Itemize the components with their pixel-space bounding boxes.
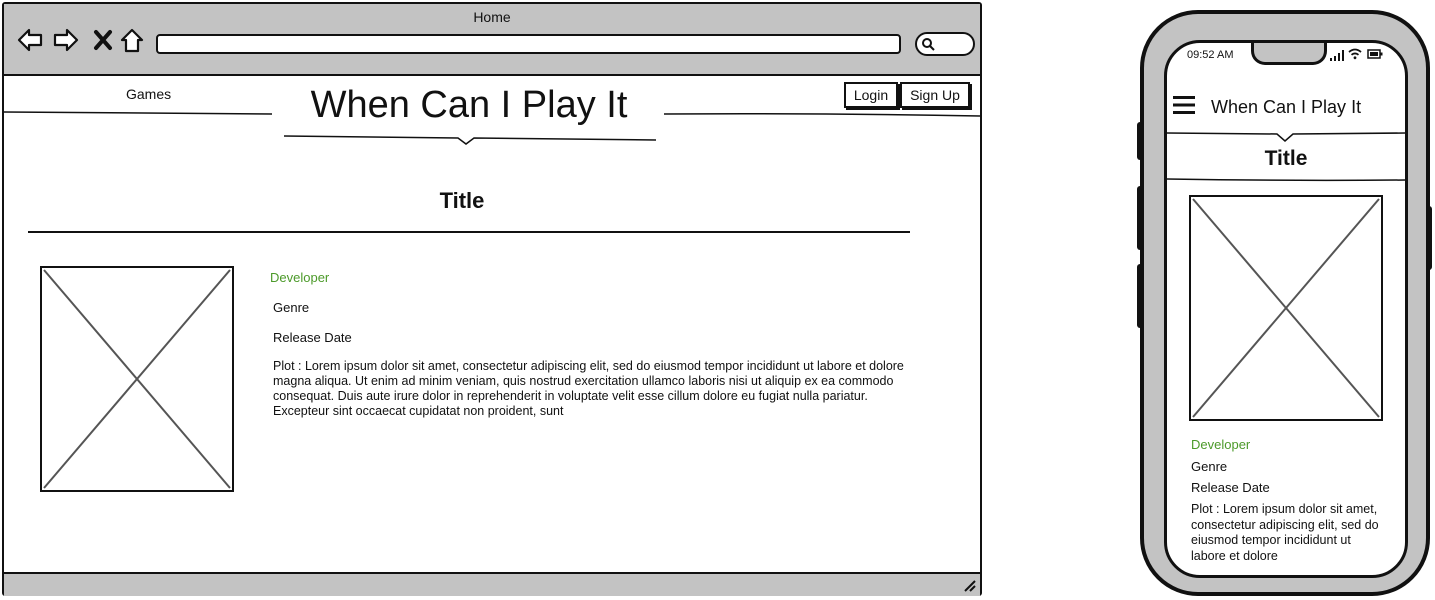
sign-up-button[interactable]: Sign Up [900, 82, 970, 108]
release-date-label: Release Date [273, 330, 352, 345]
battery-icon [1367, 49, 1383, 59]
mobile-plot-text: Plot : Lorem ipsum dolor sit amet, conse… [1191, 502, 1379, 563]
browser-search[interactable] [915, 32, 975, 56]
signal-icon [1330, 50, 1344, 61]
phone-notch [1251, 43, 1327, 65]
page-title: Title [439, 188, 485, 213]
phone-screen: 09:52 AM When Can I Play It Title Develo… [1164, 40, 1408, 578]
placeholder-cross [1192, 198, 1380, 418]
site-title[interactable]: When Can I Play It [284, 84, 654, 127]
hamburger-menu-icon[interactable] [1173, 95, 1195, 115]
mobile-developer-link[interactable]: Developer [1191, 437, 1250, 452]
search-icon [922, 38, 935, 51]
wifi-icon [1348, 48, 1362, 60]
mobile-page-title: Title [1264, 147, 1308, 170]
status-time: 09:52 AM [1187, 49, 1234, 61]
address-bar[interactable] [156, 34, 901, 54]
developer-link[interactable]: Developer [270, 270, 329, 285]
login-button[interactable]: Login [844, 82, 898, 108]
window-title: Home [473, 9, 511, 25]
status-bar [4, 572, 980, 596]
home-icon[interactable] [118, 26, 146, 54]
plot-text: Plot : Lorem ipsum dolor sit amet, conse… [273, 359, 904, 418]
title-divider [28, 231, 910, 233]
image-placeholder [40, 266, 234, 492]
back-icon[interactable] [16, 26, 44, 54]
close-icon[interactable] [90, 26, 118, 54]
mobile-genre-label: Genre [1191, 459, 1228, 474]
browser-window: Home Games When Can I Play It Login Sign… [2, 2, 982, 596]
mobile-image-placeholder [1189, 195, 1383, 421]
nav-link-games[interactable]: Games [126, 86, 171, 102]
forward-icon[interactable] [52, 26, 80, 54]
genre-label: Genre [273, 300, 310, 315]
mobile-release-date-label: Release Date [1191, 480, 1270, 495]
placeholder-cross [43, 269, 231, 489]
browser-toolbar: Home [4, 4, 980, 76]
resize-grip-icon[interactable] [962, 578, 976, 592]
mobile-site-title[interactable]: When Can I Play It [1211, 97, 1361, 118]
